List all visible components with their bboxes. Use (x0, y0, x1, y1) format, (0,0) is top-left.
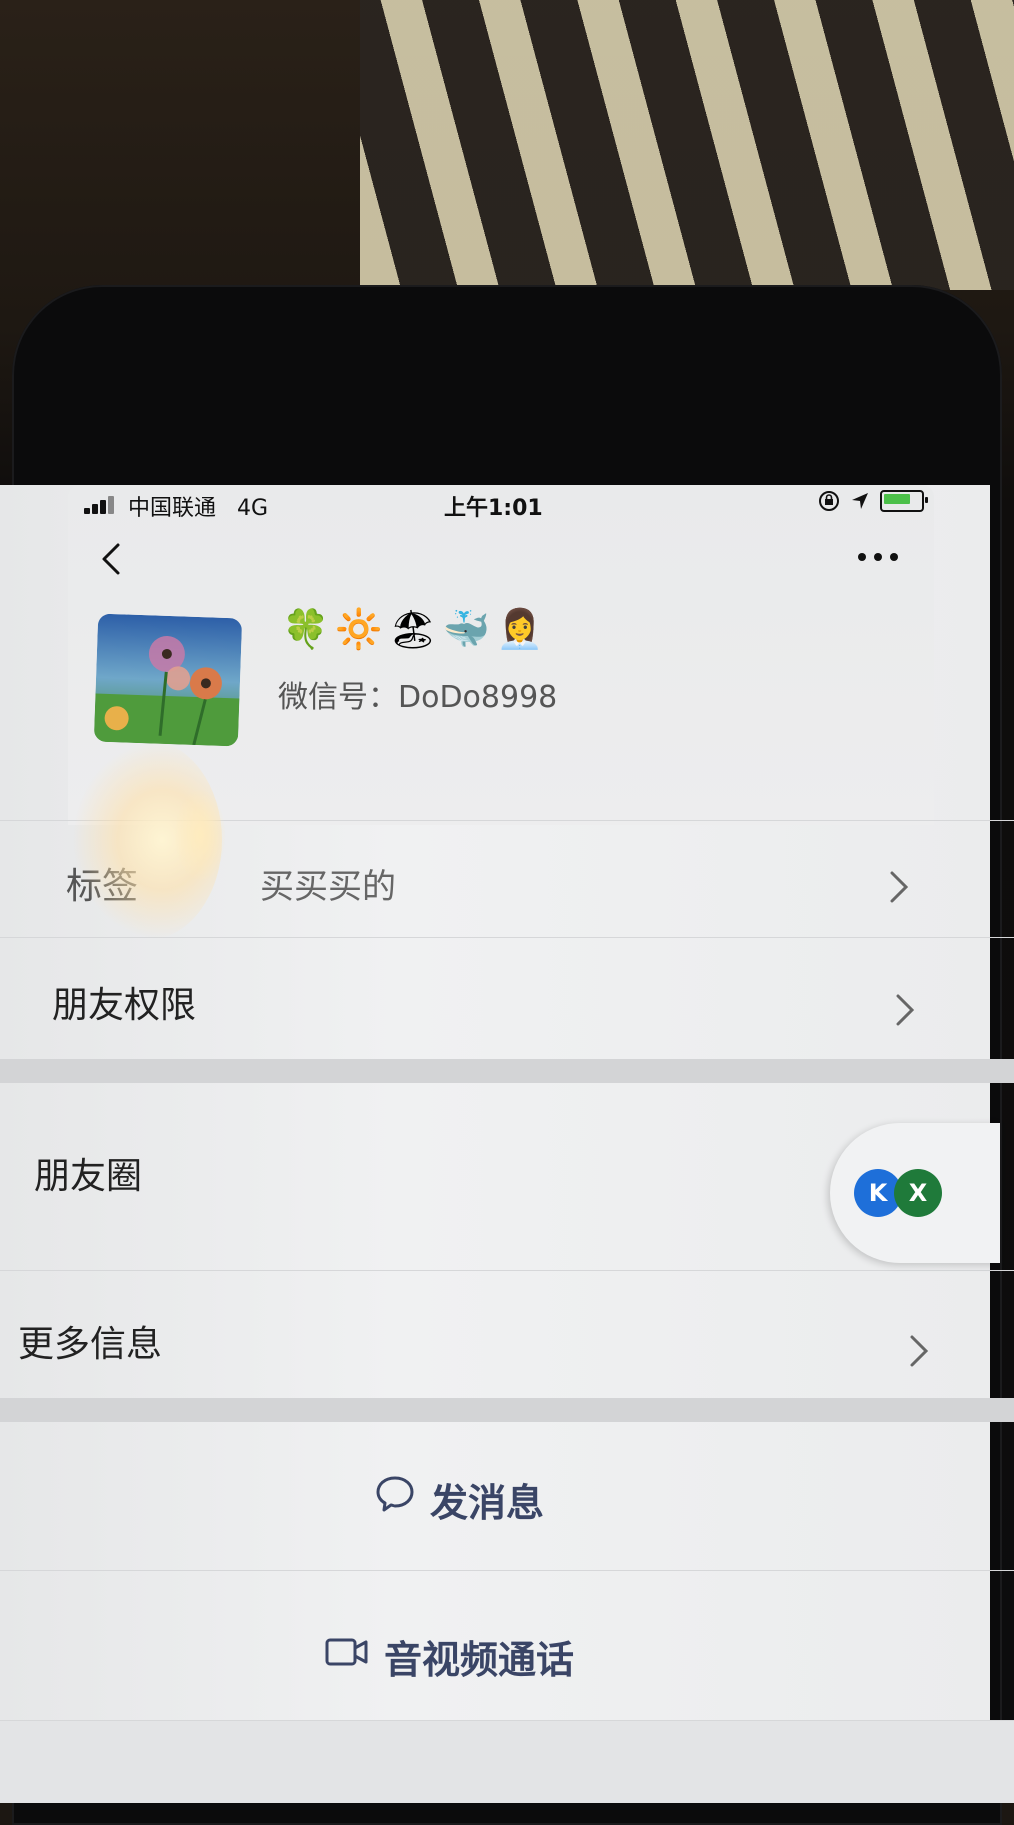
section-divider (0, 1398, 1014, 1422)
tags-value: 买买买的 (260, 867, 396, 907)
network-type: 4G (237, 496, 269, 521)
status-icons (818, 490, 928, 512)
moments-label: 朋友圈 (34, 1156, 143, 1197)
send-message-button[interactable]: 发消息 (0, 1422, 1014, 1570)
friend-permissions-label: 朋友权限 (52, 985, 197, 1026)
send-message-label: 发消息 (430, 1481, 545, 1525)
back-icon[interactable] (96, 541, 126, 577)
row-tags[interactable]: 标签 买买买的 (0, 820, 1014, 937)
nickname-emojis: 🍀🔆🏖🐳👩‍💼 (282, 607, 550, 651)
app-x-icon[interactable]: X (894, 1169, 942, 1217)
chevron-right-icon (896, 994, 915, 1026)
more-info-label: 更多信息 (18, 1324, 163, 1365)
video-call-label: 音视频通话 (384, 1638, 575, 1682)
row-friend-permissions[interactable]: 朋友权限 (0, 937, 1014, 1060)
bottom-area (0, 1720, 1014, 1803)
avatar-flower-image (93, 613, 243, 747)
wechat-id-value: DoDo8998 (398, 680, 558, 715)
status-bar: 中国联通 4G 上午1:01 (80, 490, 930, 521)
battery-icon (880, 490, 928, 512)
wechat-id-label: 微信号： (278, 680, 398, 715)
video-call-button[interactable]: 音视频通话 (0, 1570, 1014, 1721)
row-more-info[interactable]: 更多信息 (0, 1270, 1014, 1399)
carrier-name: 中国联通 (128, 496, 217, 521)
chevron-right-icon (910, 1335, 929, 1367)
wechat-id-line: 微信号：DoDo8998 (278, 672, 557, 716)
section-divider (0, 1059, 1014, 1083)
chevron-right-icon (890, 871, 909, 903)
status-time: 上午1:01 (444, 496, 543, 521)
tags-label: 标签 (66, 866, 139, 907)
background-cloth (360, 0, 1014, 290)
avatar[interactable] (93, 613, 243, 747)
video-camera-icon (325, 1638, 368, 1666)
rotation-lock-icon (819, 491, 839, 511)
signal-icon (84, 496, 120, 514)
location-icon (852, 493, 868, 509)
more-options-icon[interactable] (856, 545, 900, 569)
chat-bubble-icon (376, 1476, 414, 1512)
floating-app-widget[interactable]: K X (830, 1123, 1000, 1263)
nav-bar (80, 535, 900, 585)
